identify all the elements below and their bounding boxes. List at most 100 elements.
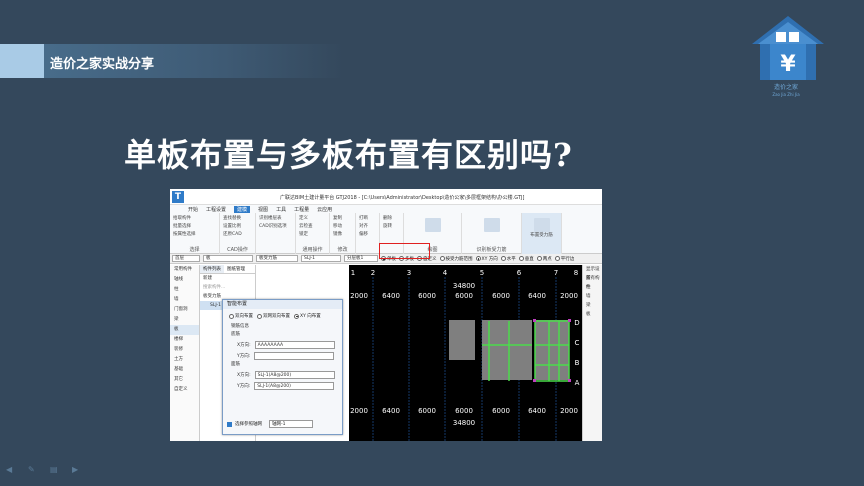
nav-item-other[interactable]: 其它 xyxy=(170,375,199,385)
parallel-edge-option[interactable]: 平行边 xyxy=(554,256,574,262)
recognize-floor-table-button[interactable]: 识别楼层表 xyxy=(259,215,292,223)
nav-item-decor[interactable]: 装修 xyxy=(170,345,199,355)
restore-cad-button[interactable]: 还原CAD xyxy=(223,231,252,239)
tab-component-list[interactable]: 构件列表 xyxy=(200,265,224,273)
drawing-canvas[interactable]: 1 2 3 4 5 6 7 8 34800 2000 6400 6000 600… xyxy=(349,265,582,441)
top-y-field[interactable]: SLJ-1(A8@200) xyxy=(254,381,335,390)
draw-tool-icon[interactable] xyxy=(424,218,441,232)
bidirectional-option[interactable]: 双向布置 xyxy=(229,313,253,319)
bottom-x-field[interactable]: AAAAAAAA xyxy=(254,340,335,349)
axis-label: 8 xyxy=(574,269,578,277)
new-component-button[interactable]: 新建 xyxy=(200,274,255,283)
top-x-field[interactable]: SLJ-1(A8@200) xyxy=(254,370,335,379)
slab-region[interactable] xyxy=(535,320,569,380)
next-slide-icon[interactable]: ▶ xyxy=(72,466,84,474)
component-name-select[interactable]: SLJ-1 xyxy=(301,255,341,262)
lock-button[interactable]: 锁定 xyxy=(299,231,326,239)
cloud-check-button[interactable]: 云检查 xyxy=(299,223,326,231)
align-button[interactable]: 对齐 xyxy=(359,223,376,231)
nav-item-axis[interactable]: 轴线 xyxy=(170,275,199,285)
offset-button[interactable]: 偏移 xyxy=(359,231,376,239)
set-scale-button[interactable]: 设置比例 xyxy=(223,223,252,231)
place-rebar-icon[interactable] xyxy=(533,218,550,232)
total-dimension: 34800 xyxy=(453,419,475,427)
delete-button[interactable]: 删除 xyxy=(383,215,400,223)
menu-icon[interactable]: ▤ xyxy=(50,466,62,474)
nav-item-custom[interactable]: 自定义 xyxy=(170,385,199,395)
two-point-option[interactable]: 两点 xyxy=(536,256,552,262)
window-titlebar: T 广联达BIM土建计量平台 GTJ2018 - [C:\Users\Admin… xyxy=(170,189,602,205)
dialog-title: 智能布置 xyxy=(223,300,342,309)
nav-item-beam[interactable]: 梁 xyxy=(170,315,199,325)
component-search-input[interactable]: 搜索构件... xyxy=(200,283,255,292)
dimension: 6000 xyxy=(418,407,436,415)
select-by-attr-button[interactable]: 按属性选择 xyxy=(173,231,216,239)
bottom-bar-label: 底筋 xyxy=(231,332,240,337)
rebar-range-option[interactable]: 按受力筋范围 xyxy=(439,256,473,262)
move-button[interactable]: 移动 xyxy=(333,223,352,231)
prev-slide-icon[interactable]: ◀ xyxy=(6,466,18,474)
define-button[interactable]: 定义 xyxy=(299,215,326,223)
nav-item-foundation[interactable]: 基础 xyxy=(170,365,199,375)
dimension: 6000 xyxy=(455,292,473,300)
pick-component-button[interactable]: 拾取构件 xyxy=(173,215,216,223)
app-logo-icon[interactable]: T xyxy=(172,191,184,203)
tab-modeling[interactable]: 建模 xyxy=(234,205,251,213)
bottom-x-row: X方向: AAAAAAAA xyxy=(223,339,342,350)
dimension: 6400 xyxy=(382,407,400,415)
batch-select-button[interactable]: 批量选择 xyxy=(173,223,216,231)
reference-grid-select[interactable]: 轴网-1 xyxy=(269,420,313,428)
radio-icon xyxy=(536,256,542,261)
pen-icon[interactable]: ✎ xyxy=(28,466,40,474)
nav-item-common[interactable]: 常用构件 xyxy=(170,265,199,275)
display-beam[interactable]: 梁 xyxy=(583,301,602,310)
axis-label: 7 xyxy=(554,269,558,277)
display-wall[interactable]: 墙 xyxy=(583,292,602,301)
bottom-y-field[interactable] xyxy=(254,351,335,360)
vertical-option[interactable]: 垂直 xyxy=(518,256,534,262)
top-y-row: Y方向: SLJ-1(A8@200) xyxy=(223,380,342,391)
slab-region[interactable] xyxy=(449,320,475,360)
vertical-label: 垂直 xyxy=(524,256,534,262)
find-replace-button[interactable]: 查找替换 xyxy=(223,215,252,223)
xy-layout-label: XY 向布置 xyxy=(300,314,321,319)
xy-direction-option[interactable]: XY 方向 xyxy=(475,256,498,262)
tab-quantity[interactable]: 工程量 xyxy=(294,206,309,213)
nav-item-door-window[interactable]: 门窗洞 xyxy=(170,305,199,315)
tab-cloud[interactable]: 云应用 xyxy=(317,206,332,213)
dimension: 6400 xyxy=(528,292,546,300)
rotate-button[interactable]: 旋转 xyxy=(383,223,400,231)
reference-grid-label: 选择参照轴网 xyxy=(235,422,262,427)
floor-select[interactable]: 首层 xyxy=(172,255,200,262)
cad-recog-options-button[interactable]: CAD识别选项 xyxy=(259,223,292,231)
nav-item-earthwork[interactable]: 土方 xyxy=(170,355,199,365)
xy-layout-option[interactable]: XY 向布置 xyxy=(294,313,321,319)
nav-item-slab[interactable]: 板 xyxy=(170,325,199,335)
component-type-select[interactable]: 板 xyxy=(203,255,253,262)
copy-button[interactable]: 复制 xyxy=(333,215,352,223)
tab-tools[interactable]: 工具 xyxy=(276,206,286,213)
display-all-components[interactable]: 所有构件 xyxy=(583,274,602,290)
checkbox-checked-icon[interactable] xyxy=(227,421,232,427)
dimension: 2000 xyxy=(560,292,578,300)
mirror-button[interactable]: 镜像 xyxy=(333,231,352,239)
layer-select[interactable]: 分层板1 xyxy=(344,255,378,262)
tab-start[interactable]: 开始 xyxy=(188,206,198,213)
nav-item-wall[interactable]: 墙 xyxy=(170,295,199,305)
break-button[interactable]: 打断 xyxy=(359,215,376,223)
component-sub-select[interactable]: 板受力筋 xyxy=(256,255,298,262)
place-rebar-button[interactable]: 布置受力筋 xyxy=(525,232,558,240)
brand-label: 造价之家实战分享 xyxy=(50,57,155,72)
display-column[interactable]: 柱 xyxy=(583,283,602,292)
tab-drawing-manager[interactable]: 图纸管理 xyxy=(224,265,248,273)
double-mesh-option[interactable]: 双网双向布置 xyxy=(257,313,290,319)
tab-view[interactable]: 视图 xyxy=(258,206,268,213)
recognize-rebar-icon[interactable] xyxy=(483,218,500,232)
nav-item-column[interactable]: 柱 xyxy=(170,285,199,295)
horizontal-option[interactable]: 水平 xyxy=(500,256,516,262)
nav-item-stairs[interactable]: 楼梯 xyxy=(170,335,199,345)
dimension: 2000 xyxy=(350,292,368,300)
display-slab[interactable]: 板 xyxy=(583,310,602,319)
dimension: 6000 xyxy=(492,292,510,300)
tab-project-settings[interactable]: 工程设置 xyxy=(206,206,226,213)
